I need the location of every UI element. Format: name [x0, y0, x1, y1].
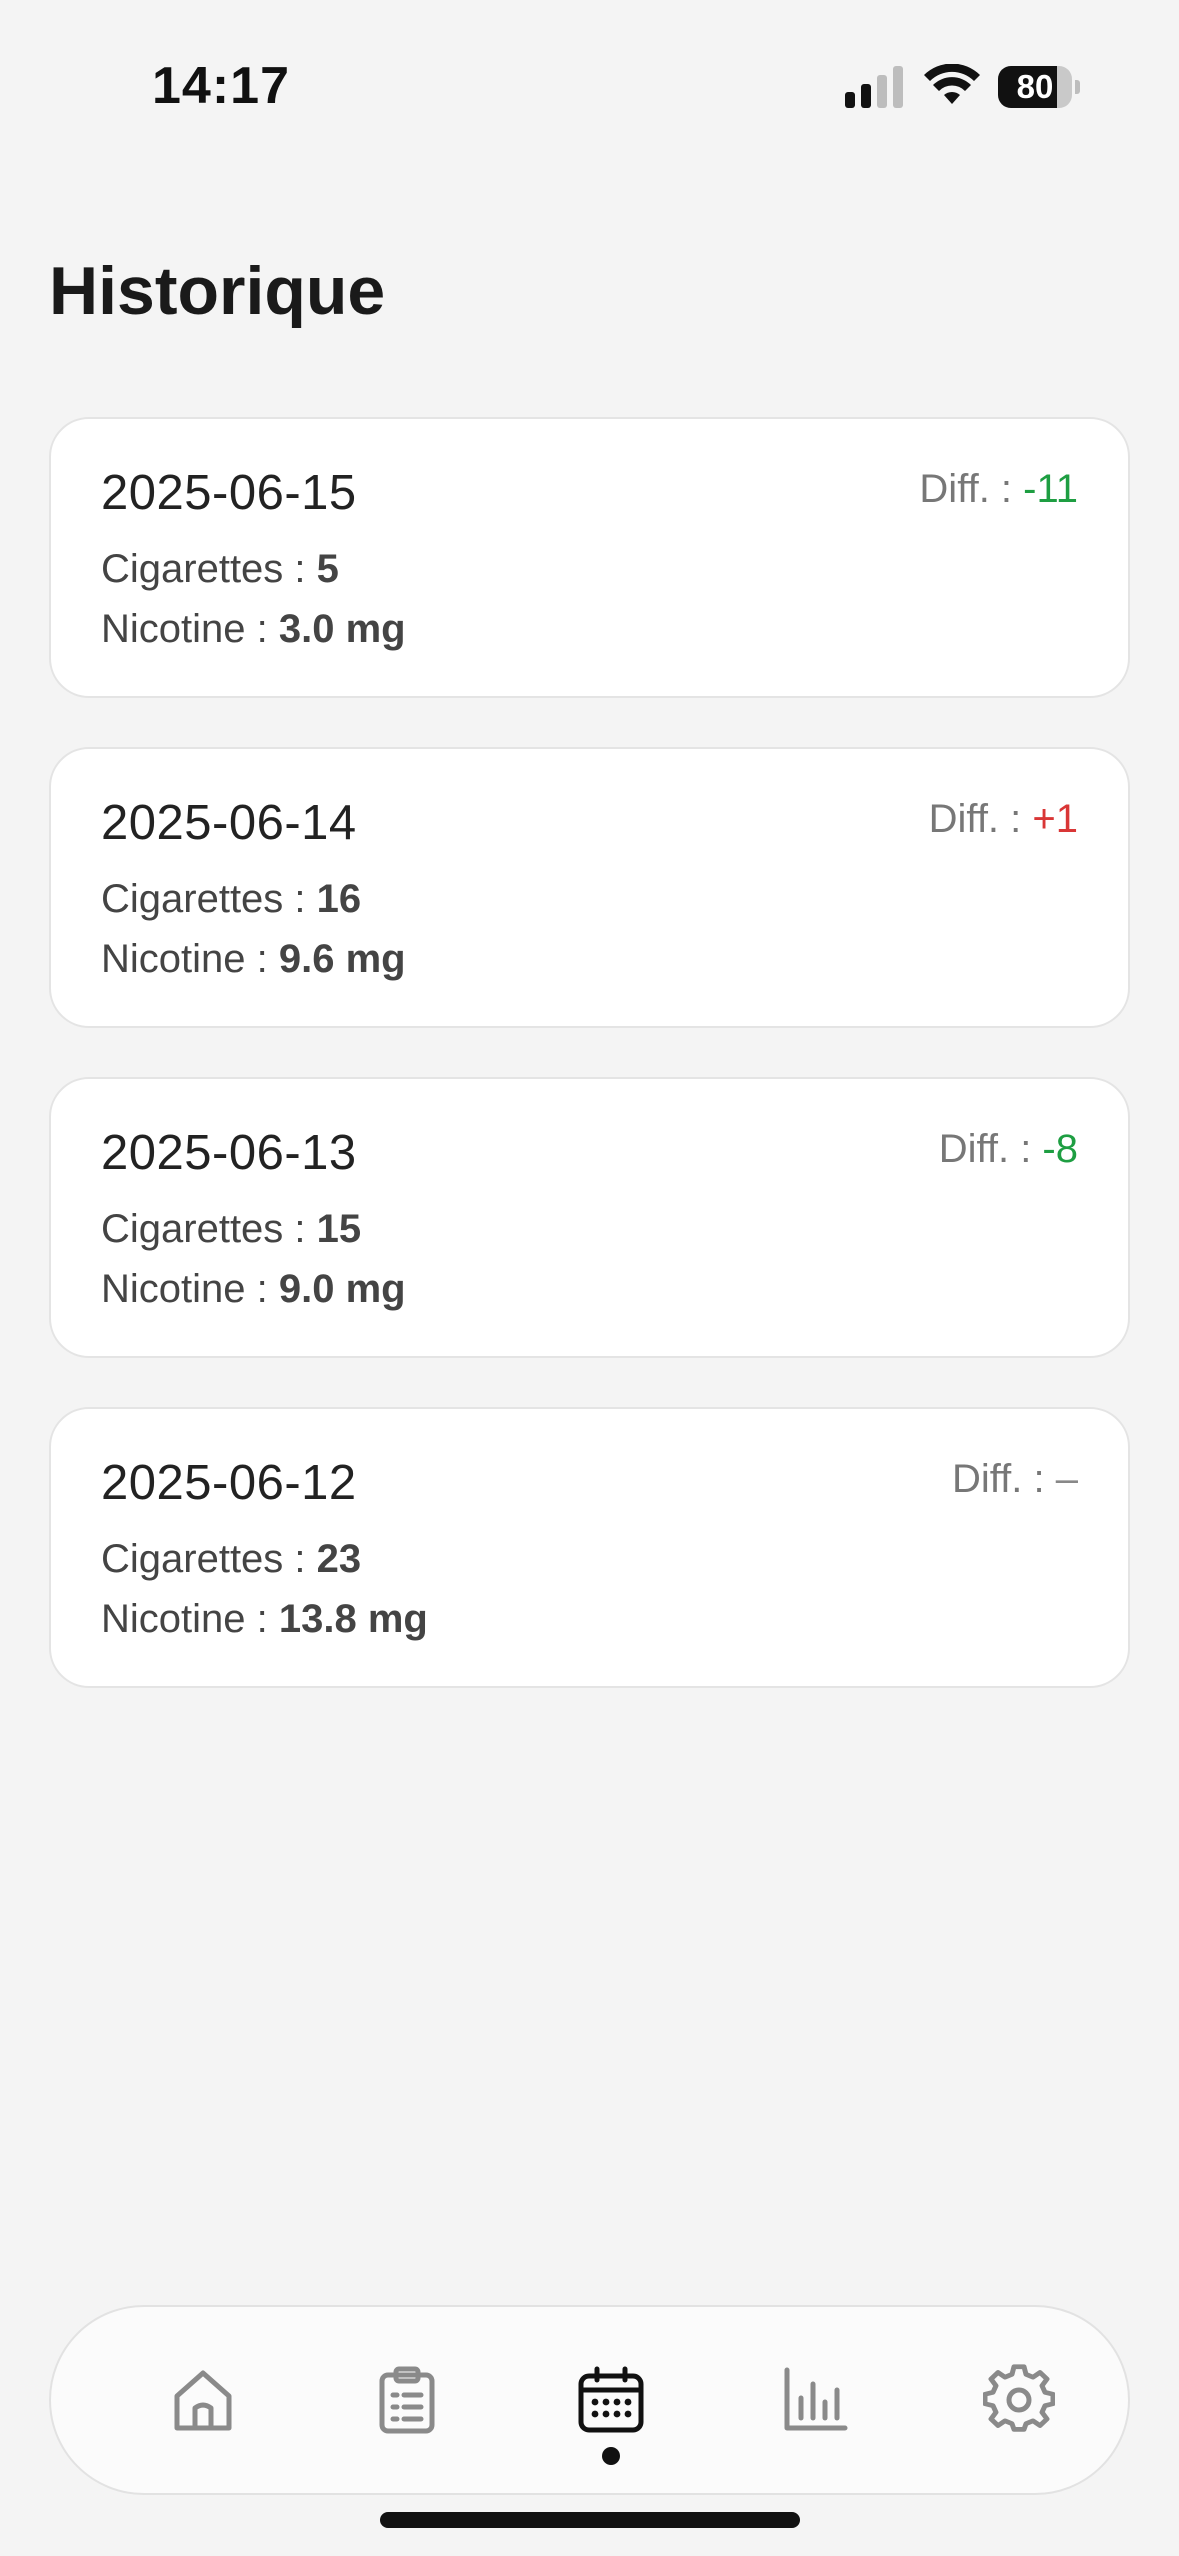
bar-chart-icon [784, 2367, 848, 2431]
entry-date: 2025-06-14 [101, 796, 357, 850]
entry-diff: Diff. : +1 [929, 797, 1078, 842]
nicotine-label: Nicotine : [101, 1267, 279, 1311]
cigarettes-value: 15 [316, 1207, 362, 1251]
status-time: 14:17 [152, 57, 290, 115]
entry-cigarettes: Cigarettes : 15 [101, 1207, 361, 1252]
gear-icon [983, 2364, 1055, 2432]
tab-history[interactable] [551, 2307, 671, 2493]
tab-bar [49, 2305, 1130, 2495]
entry-date: 2025-06-15 [101, 466, 357, 520]
entry-nicotine: Nicotine : 9.6 mg [101, 937, 406, 982]
history-card[interactable]: 2025-06-13 Diff. : -8 Cigarettes : 15 Ni… [49, 1077, 1130, 1358]
entry-nicotine: Nicotine : 3.0 mg [101, 607, 406, 652]
entry-cigarettes: Cigarettes : 16 [101, 877, 361, 922]
entry-cigarettes: Cigarettes : 5 [101, 547, 339, 592]
diff-label: Diff. : [928, 797, 1033, 841]
entry-date: 2025-06-12 [101, 1456, 357, 1510]
entry-diff: Diff. : -11 [919, 467, 1078, 512]
entry-cigarettes: Cigarettes : 23 [101, 1537, 361, 1582]
tab-home[interactable] [143, 2307, 263, 2493]
history-card[interactable]: 2025-06-14 Diff. : +1 Cigarettes : 16 Ni… [49, 747, 1130, 1028]
diff-label: Diff. : [952, 1457, 1056, 1501]
nicotine-value: 13.8 mg [278, 1597, 428, 1641]
active-tab-indicator [602, 2447, 620, 2465]
cigarettes-label: Cigarettes : [101, 877, 317, 921]
history-card[interactable]: 2025-06-12 Diff. : – Cigarettes : 23 Nic… [49, 1407, 1130, 1688]
battery-indicator: 80 [998, 66, 1080, 108]
entry-date: 2025-06-13 [101, 1126, 357, 1180]
status-bar: 14:17 80 [0, 0, 1179, 150]
cigarettes-label: Cigarettes : [101, 547, 317, 591]
entry-diff: Diff. : -8 [939, 1127, 1078, 1172]
cellular-signal-icon [845, 66, 903, 108]
calendar-icon [578, 2366, 644, 2433]
nicotine-label: Nicotine : [101, 937, 279, 981]
diff-label: Diff. : [919, 467, 1024, 511]
cigarettes-value: 23 [316, 1537, 362, 1581]
history-card[interactable]: 2025-06-15 Diff. : -11 Cigarettes : 5 Ni… [49, 417, 1130, 698]
entry-nicotine: Nicotine : 9.0 mg [101, 1267, 406, 1312]
diff-value: +1 [1032, 797, 1078, 841]
diff-value: -8 [1042, 1127, 1078, 1171]
tab-log[interactable] [347, 2307, 467, 2493]
nicotine-label: Nicotine : [101, 1597, 279, 1641]
cigarettes-label: Cigarettes : [101, 1207, 317, 1251]
battery-percent: 80 [1016, 68, 1054, 105]
diff-label: Diff. : [938, 1127, 1043, 1171]
nicotine-value: 9.6 mg [278, 937, 406, 981]
wifi-icon [924, 64, 980, 104]
page-title: Historique [49, 253, 386, 329]
nicotine-value: 9.0 mg [278, 1267, 406, 1311]
cigarettes-label: Cigarettes : [101, 1537, 317, 1581]
entry-diff: Diff. : – [952, 1457, 1078, 1502]
tab-settings[interactable] [959, 2307, 1079, 2493]
nicotine-value: 3.0 mg [278, 607, 406, 651]
home-indicator[interactable] [380, 2512, 800, 2528]
nicotine-label: Nicotine : [101, 607, 279, 651]
diff-value: – [1055, 1457, 1078, 1501]
clipboard-icon [379, 2366, 435, 2434]
entry-nicotine: Nicotine : 13.8 mg [101, 1597, 428, 1642]
cigarettes-value: 16 [316, 877, 362, 921]
tab-stats[interactable] [755, 2307, 875, 2493]
home-icon [174, 2370, 232, 2431]
diff-value: -11 [1023, 467, 1078, 511]
cigarettes-value: 5 [316, 547, 339, 591]
